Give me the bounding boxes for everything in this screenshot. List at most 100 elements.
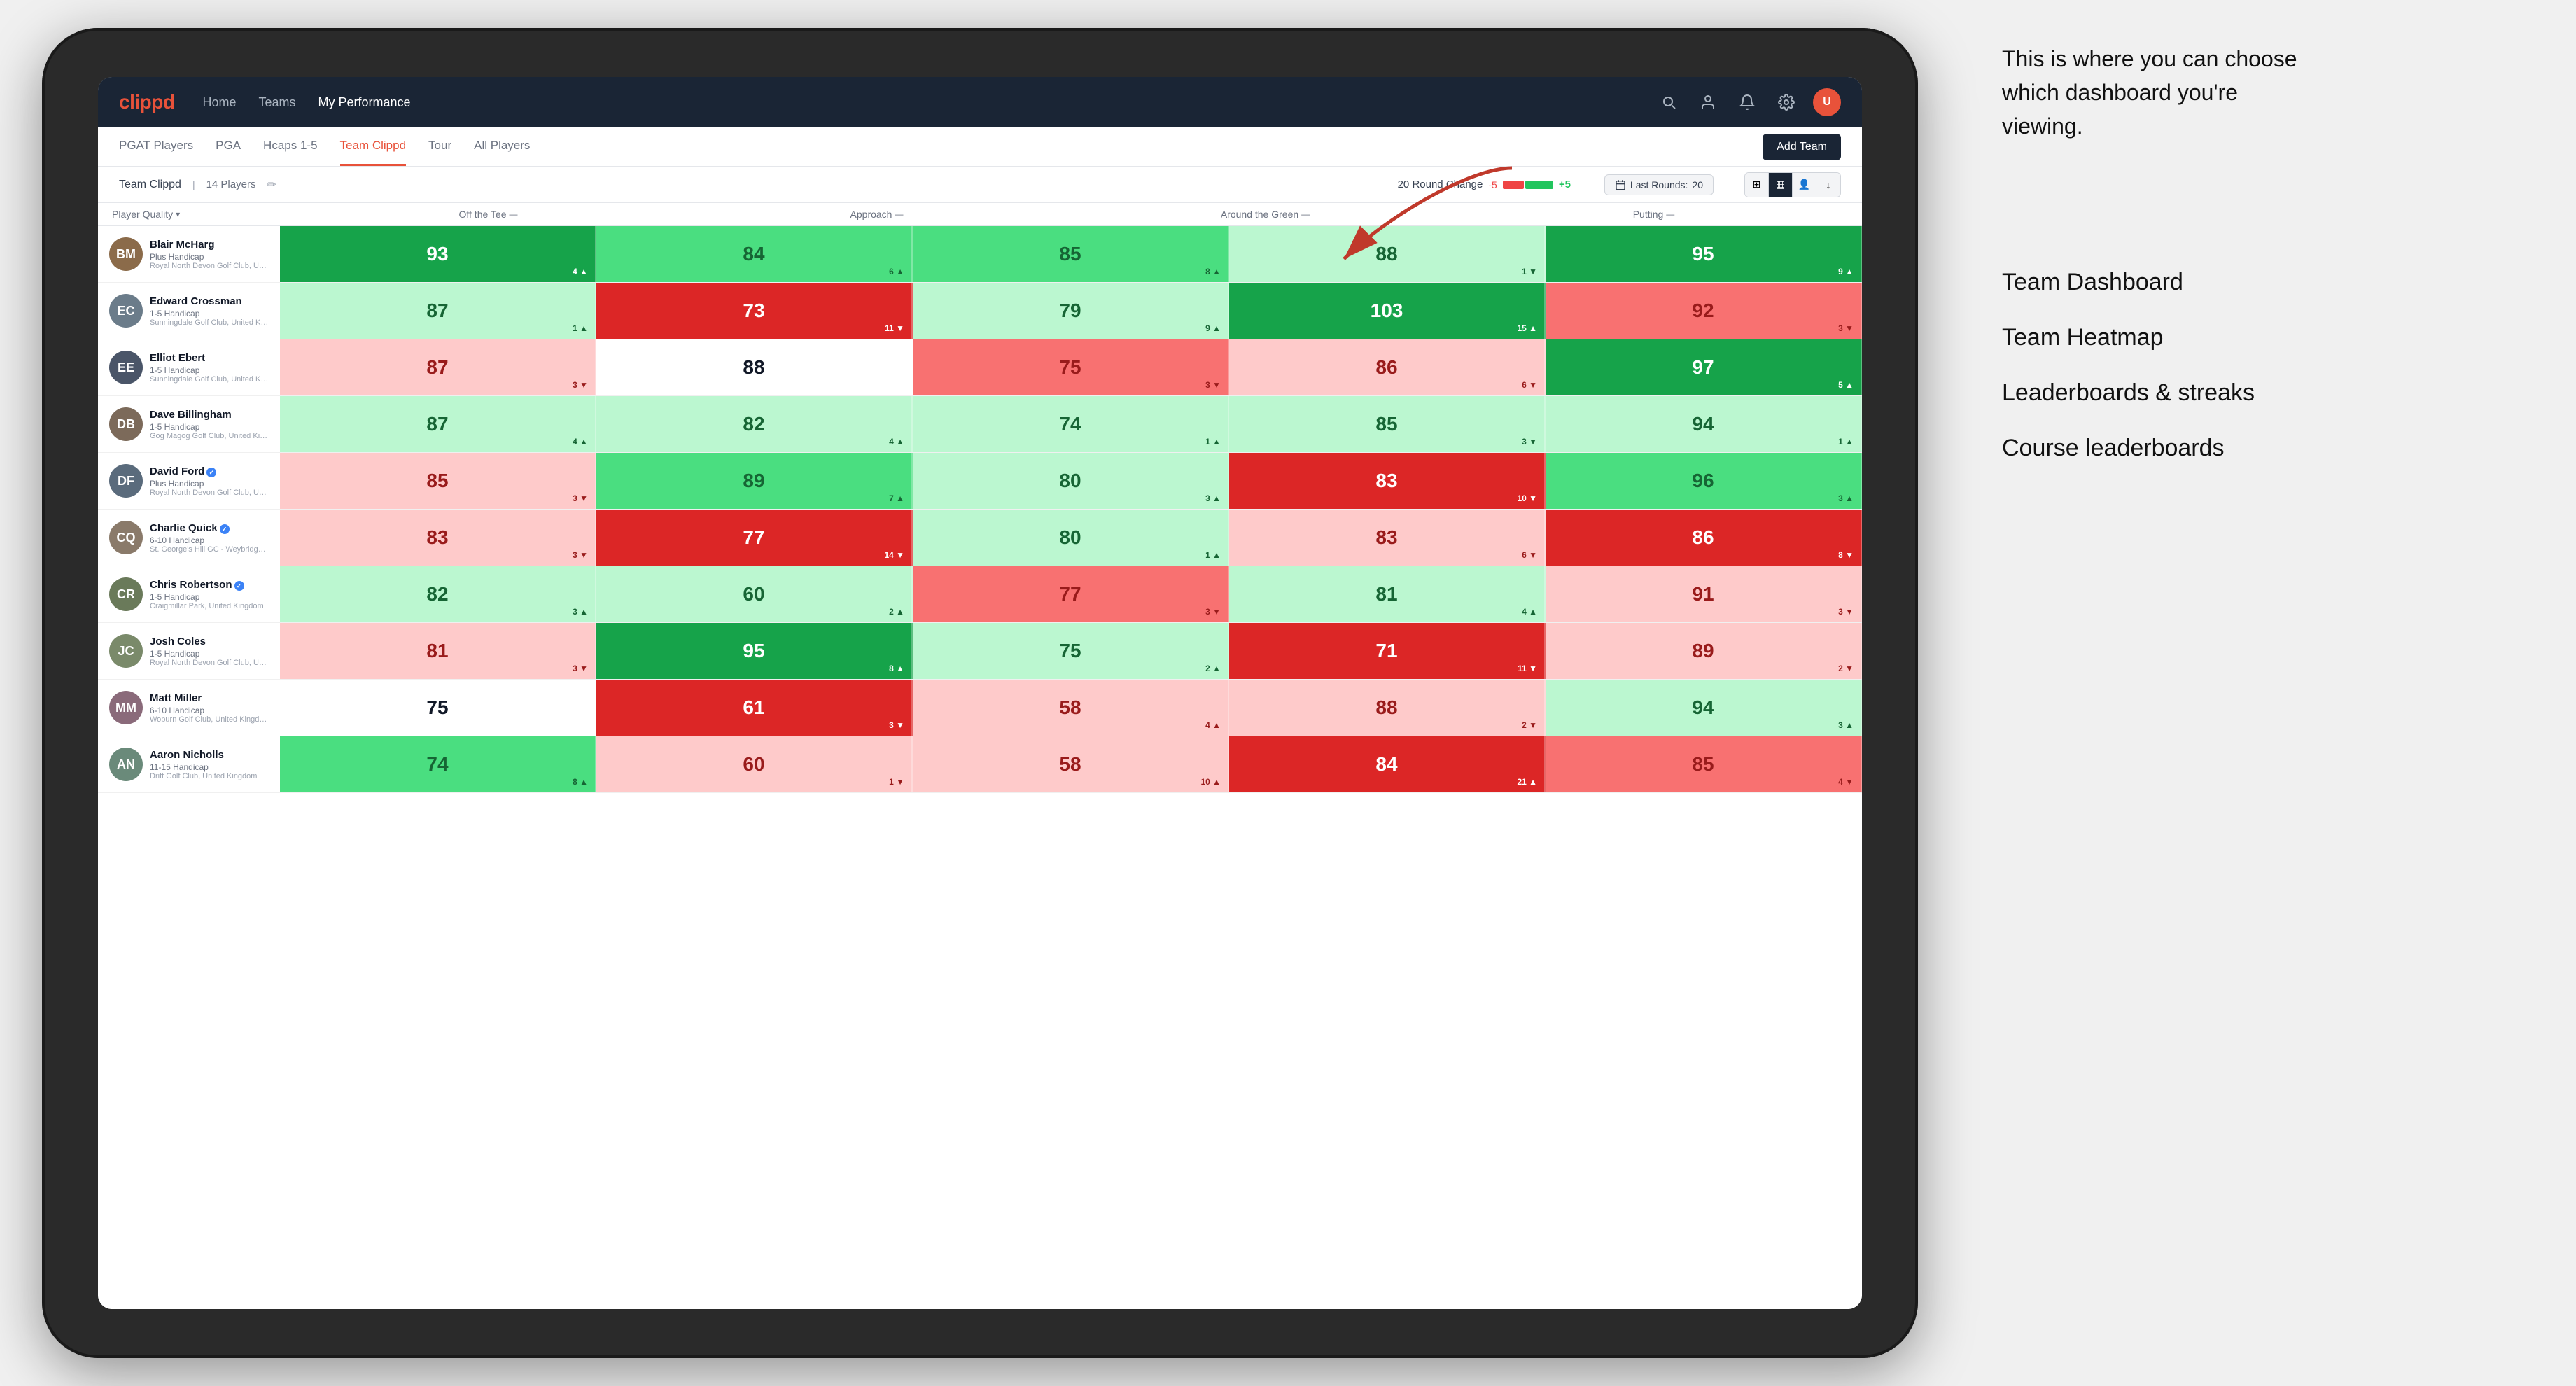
- score-cell[interactable]: 881 ▼: [1229, 226, 1546, 282]
- score-cell[interactable]: 833 ▼: [280, 510, 596, 566]
- score-cell[interactable]: 803 ▲: [913, 453, 1229, 509]
- score-number: 75: [1059, 640, 1081, 662]
- score-delta: 8 ▼: [1838, 550, 1854, 560]
- score-cell[interactable]: 958 ▲: [596, 623, 913, 679]
- view-heatmap-btn[interactable]: ▦: [1769, 173, 1793, 197]
- view-grid-btn[interactable]: ⊞: [1745, 173, 1769, 197]
- score-cell[interactable]: 897 ▲: [596, 453, 913, 509]
- score-cell[interactable]: 923 ▼: [1546, 283, 1862, 339]
- score-delta: 6 ▼: [1522, 380, 1537, 390]
- score-cell[interactable]: 601 ▼: [596, 736, 913, 792]
- score-cell[interactable]: 7714 ▼: [596, 510, 913, 566]
- score-cell[interactable]: 836 ▼: [1229, 510, 1546, 566]
- col-header-player[interactable]: Player Quality ▾: [112, 209, 294, 220]
- score-cell[interactable]: 868 ▼: [1546, 510, 1862, 566]
- score-cell[interactable]: 613 ▼: [596, 680, 913, 736]
- player-info[interactable]: BMBlair McHargPlus HandicapRoyal North D…: [98, 226, 280, 282]
- score-cell[interactable]: 7311 ▼: [596, 283, 913, 339]
- score-cell[interactable]: 741 ▲: [913, 396, 1229, 452]
- score-number: 80: [1059, 526, 1081, 549]
- search-icon[interactable]: [1656, 90, 1681, 115]
- score-cell[interactable]: 602 ▲: [596, 566, 913, 622]
- score-cell[interactable]: 913 ▼: [1546, 566, 1862, 622]
- user-icon[interactable]: [1695, 90, 1721, 115]
- view-person-btn[interactable]: 👤: [1793, 173, 1816, 197]
- player-info[interactable]: CRChris Robertson✓1-5 HandicapCraigmilla…: [98, 566, 280, 622]
- round-change: 20 Round Change -5 +5: [1398, 178, 1571, 190]
- player-club: Woburn Golf Club, United Kingdom: [150, 715, 269, 724]
- app-logo[interactable]: clippd: [119, 91, 174, 113]
- sub-nav-all-players[interactable]: All Players: [474, 127, 530, 166]
- col-header-around-green[interactable]: Around the Green —: [1071, 209, 1460, 220]
- last-rounds-button[interactable]: Last Rounds: 20: [1604, 174, 1714, 195]
- score-cell[interactable]: 823 ▲: [280, 566, 596, 622]
- score-cell[interactable]: 892 ▼: [1546, 623, 1862, 679]
- player-info[interactable]: MMMatt Miller6-10 HandicapWoburn Golf Cl…: [98, 680, 280, 736]
- player-info[interactable]: DFDavid Ford✓Plus HandicapRoyal North De…: [98, 453, 280, 509]
- sub-nav-pgat[interactable]: PGAT Players: [119, 127, 193, 166]
- score-number: 74: [426, 753, 448, 776]
- score-cell[interactable]: 975 ▲: [1546, 340, 1862, 396]
- score-cell[interactable]: 959 ▲: [1546, 226, 1862, 282]
- user-avatar[interactable]: U: [1813, 88, 1841, 116]
- score-cell[interactable]: 773 ▼: [913, 566, 1229, 622]
- col-header-off-tee[interactable]: Off the Tee —: [294, 209, 682, 220]
- score-cell[interactable]: 88: [596, 340, 913, 396]
- score-number: 77: [1059, 583, 1081, 606]
- score-cell[interactable]: 753 ▼: [913, 340, 1229, 396]
- player-club: St. George's Hill GC - Weybridge - Surre…: [150, 545, 269, 554]
- score-cell[interactable]: 934 ▲: [280, 226, 596, 282]
- player-info[interactable]: DBDave Billingham1-5 HandicapGog Magog G…: [98, 396, 280, 452]
- nav-my-performance[interactable]: My Performance: [318, 95, 410, 110]
- score-cell[interactable]: 814 ▲: [1229, 566, 1546, 622]
- score-cell[interactable]: 963 ▲: [1546, 453, 1862, 509]
- score-cell[interactable]: 871 ▲: [280, 283, 596, 339]
- player-info[interactable]: JCJosh Coles1-5 HandicapRoyal North Devo…: [98, 623, 280, 679]
- col-header-approach[interactable]: Approach —: [682, 209, 1071, 220]
- score-cell[interactable]: 846 ▲: [596, 226, 913, 282]
- score-cell[interactable]: 8421 ▲: [1229, 736, 1546, 792]
- add-team-button[interactable]: Add Team: [1763, 134, 1841, 160]
- bell-icon[interactable]: [1735, 90, 1760, 115]
- score-cell[interactable]: 801 ▲: [913, 510, 1229, 566]
- score-cell[interactable]: 941 ▲: [1546, 396, 1862, 452]
- verified-badge: ✓: [206, 468, 216, 477]
- score-cell[interactable]: 882 ▼: [1229, 680, 1546, 736]
- score-cell[interactable]: 75: [280, 680, 596, 736]
- score-cell[interactable]: 853 ▼: [1229, 396, 1546, 452]
- nav-teams[interactable]: Teams: [258, 95, 295, 110]
- col-header-putting[interactable]: Putting —: [1460, 209, 1848, 220]
- score-cell[interactable]: 748 ▲: [280, 736, 596, 792]
- score-cell[interactable]: 873 ▼: [280, 340, 596, 396]
- sub-nav-team-clippd[interactable]: Team Clippd: [340, 127, 407, 166]
- player-info[interactable]: CQCharlie Quick✓6-10 HandicapSt. George'…: [98, 510, 280, 566]
- score-cell[interactable]: 943 ▲: [1546, 680, 1862, 736]
- score-cell[interactable]: 858 ▲: [913, 226, 1229, 282]
- sub-nav-tour[interactable]: Tour: [428, 127, 451, 166]
- score-delta: 1 ▲: [1838, 437, 1854, 447]
- score-cell[interactable]: 7111 ▼: [1229, 623, 1546, 679]
- edit-icon[interactable]: ✏: [267, 178, 276, 192]
- settings-icon[interactable]: [1774, 90, 1799, 115]
- sub-nav-hcaps[interactable]: Hcaps 1-5: [263, 127, 317, 166]
- score-cell[interactable]: 874 ▲: [280, 396, 596, 452]
- score-cell[interactable]: 813 ▼: [280, 623, 596, 679]
- score-cell[interactable]: 752 ▲: [913, 623, 1229, 679]
- nav-home[interactable]: Home: [202, 95, 236, 110]
- score-cell[interactable]: 853 ▼: [280, 453, 596, 509]
- player-info[interactable]: EEElliot Ebert1-5 HandicapSunningdale Go…: [98, 340, 280, 396]
- view-download-btn[interactable]: ↓: [1816, 173, 1840, 197]
- score-cell[interactable]: 866 ▼: [1229, 340, 1546, 396]
- score-cell[interactable]: 5810 ▲: [913, 736, 1229, 792]
- score-cell[interactable]: 854 ▼: [1546, 736, 1862, 792]
- score-delta: 2 ▲: [889, 607, 904, 617]
- score-cell[interactable]: 799 ▲: [913, 283, 1229, 339]
- player-info[interactable]: ECEdward Crossman1-5 HandicapSunningdale…: [98, 283, 280, 339]
- score-number: 84: [743, 243, 764, 265]
- sub-nav-pga[interactable]: PGA: [216, 127, 241, 166]
- player-info[interactable]: ANAaron Nicholls11-15 HandicapDrift Golf…: [98, 736, 280, 792]
- score-cell[interactable]: 10315 ▲: [1229, 283, 1546, 339]
- score-cell[interactable]: 584 ▲: [913, 680, 1229, 736]
- score-cell[interactable]: 824 ▲: [596, 396, 913, 452]
- score-cell[interactable]: 8310 ▼: [1229, 453, 1546, 509]
